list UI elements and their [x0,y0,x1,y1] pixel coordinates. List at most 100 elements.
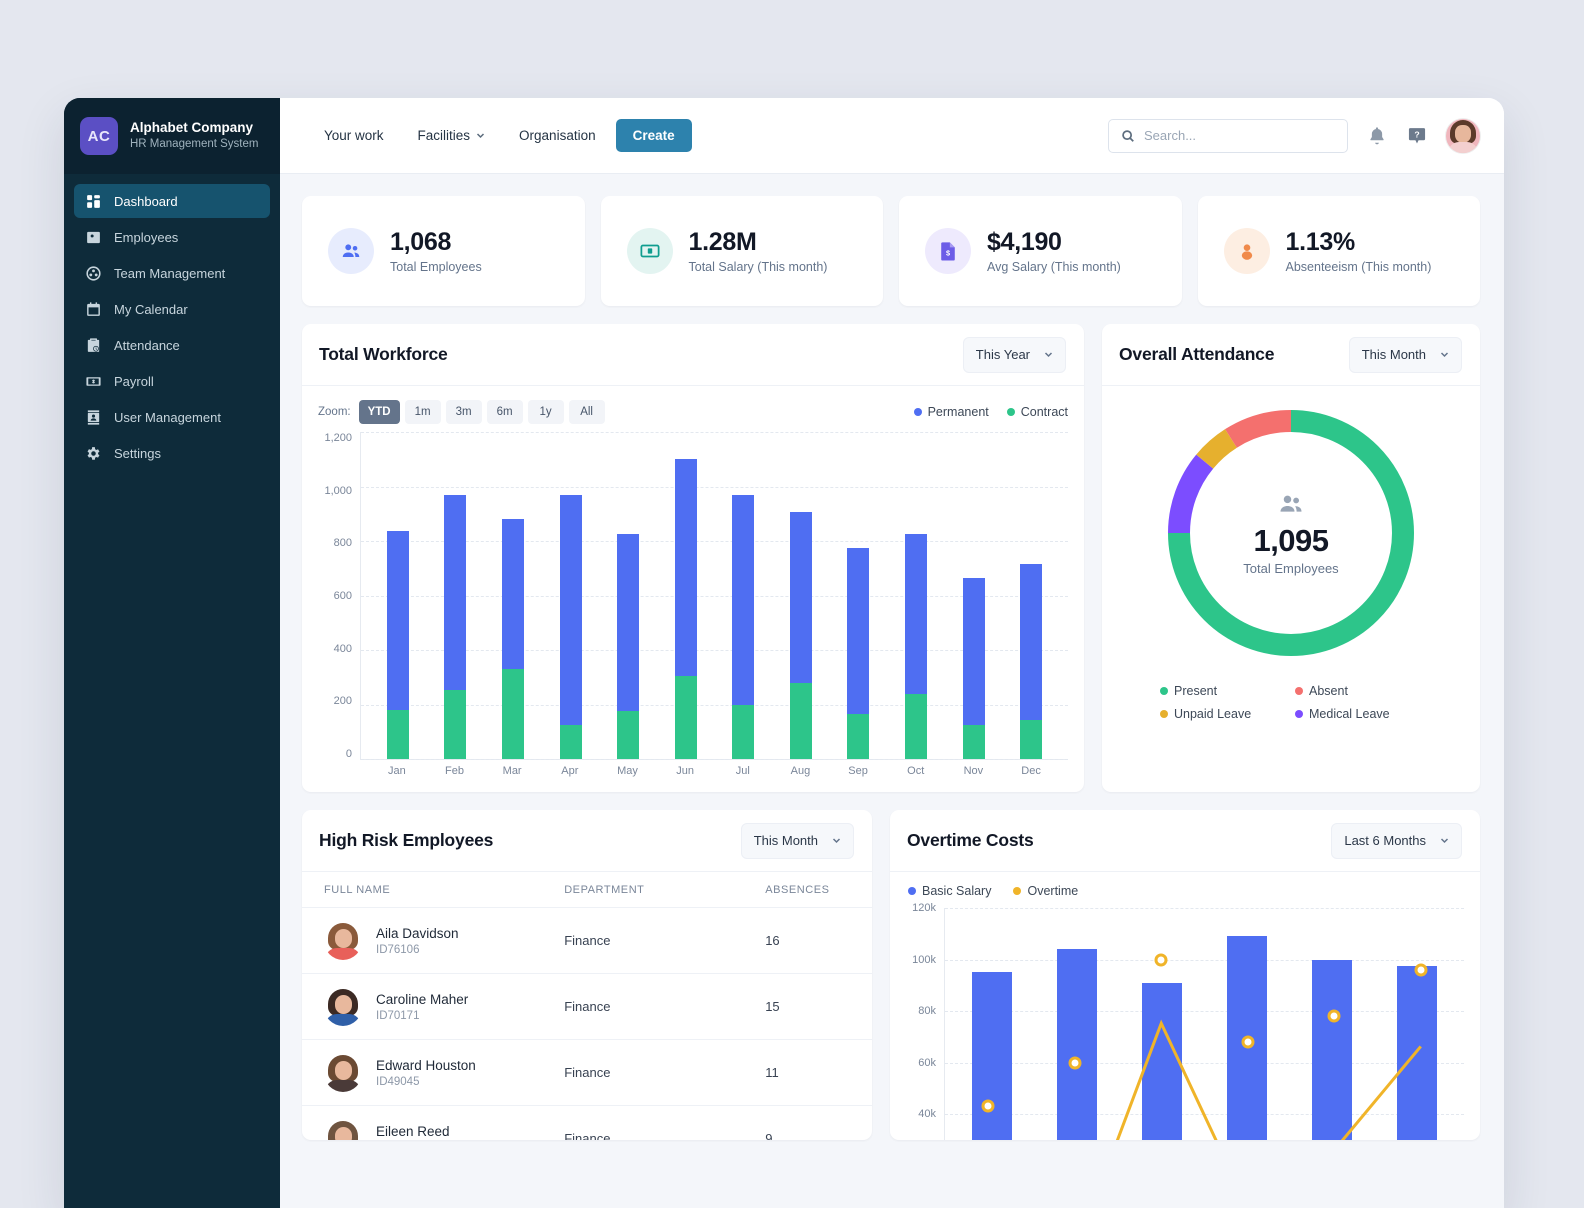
zoom-button-3m[interactable]: 3m [445,400,482,424]
bar-column[interactable] [559,432,582,759]
main-area: Your work Facilities Organisation Create… [280,98,1504,1208]
zoom-button-1m[interactable]: 1m [404,400,441,424]
brand[interactable]: AC Alphabet Company HR Management System [64,98,280,174]
x-tick: Jan [387,765,406,777]
sidebar-item-label: Payroll [114,373,154,389]
zoom-button-all[interactable]: All [568,400,605,424]
high-risk-table: FULL NAME DEPARTMENT ABSENCES Aila David… [302,872,872,1140]
help-icon[interactable]: ? [1406,125,1428,147]
create-button[interactable]: Create [615,119,692,152]
bar-column[interactable] [962,432,985,759]
avatar[interactable] [1446,118,1480,153]
high-risk-range-dropdown[interactable]: This Month [740,822,854,859]
people-icon [1277,490,1305,524]
bell-icon[interactable] [1366,125,1388,147]
total-workforce-panel: Total Workforce This Year Zoom: YTD 1m 3… [302,324,1084,792]
legend-label: Overtime [1027,884,1079,898]
top-nav-organisation[interactable]: Organisation [505,120,610,151]
legend-dot [1295,710,1303,718]
x-tick: Nov [963,765,984,777]
legend-dot [908,887,916,895]
sidebar-item-my-calendar[interactable]: My Calendar [74,292,270,326]
panel-header: High Risk Employees This Month [302,810,872,872]
overtime-body: Basic Salary Overtime 40k 60k 80k 100k 120k [890,872,1480,1140]
avatar-face [1455,124,1471,143]
bar-column[interactable] [674,432,697,759]
bar-segment-contract [962,724,985,759]
top-nav-your-work[interactable]: Your work [310,120,398,151]
bar-segment-permanent [559,494,582,725]
legend-label: Contract [1020,405,1068,419]
dropdown-value: Last 6 Months [1344,833,1426,848]
table-row[interactable]: Aila Davidson ID76106 Finance 16 [302,907,872,974]
sidebar-item-attendance[interactable]: Attendance [74,328,270,362]
bar-column[interactable] [789,432,812,759]
calendar-icon [85,301,102,318]
topbar: Your work Facilities Organisation Create… [280,98,1504,174]
top-nav-label: Facilities [417,128,471,143]
line-marker[interactable] [1154,953,1168,967]
bar-segment-contract [386,709,409,759]
bar-column[interactable] [617,432,640,759]
cell-department: Finance [564,1039,736,1106]
avatar [324,1054,362,1092]
y-tick: 800 [333,537,352,550]
top-nav-facilities[interactable]: Facilities [404,120,500,151]
zoom-button-ytd[interactable]: YTD [358,400,400,424]
workforce-chart: 1,200 1,000 800 600 400 200 0 Jan Feb Mar A… [318,432,1068,782]
bar-column[interactable] [501,432,524,759]
avatar [324,922,362,960]
table-row[interactable]: Edward Houston ID49045 Finance 11 [302,1039,872,1106]
overtime-range-dropdown[interactable]: Last 6 Months [1331,822,1462,859]
sidebar-item-employees[interactable]: Employees [74,220,270,254]
bar-column[interactable] [1020,432,1043,759]
legend-item-contract: Contract [1006,405,1068,419]
search-box[interactable] [1108,118,1348,153]
zoom-button-1y[interactable]: 1y [527,400,564,424]
sidebar-nav: Dashboard Employees Team Management My C… [64,174,280,470]
cell-full-name: Eileen ReedID01001 [302,1105,565,1140]
attendance-range-dropdown[interactable]: This Month [1348,336,1462,373]
top-nav: Your work Facilities Organisation Create [310,119,692,152]
table-row[interactable]: Eileen ReedID01001Finance9 [302,1105,872,1140]
bar-column[interactable] [732,432,755,759]
table-row[interactable]: Caroline Maher ID70171 Finance 15 [302,973,872,1040]
sidebar-item-payroll[interactable]: Payroll [74,364,270,398]
bar-column[interactable] [386,432,409,759]
bar-column[interactable] [444,432,467,759]
sidebar-item-team-management[interactable]: Team Management [74,256,270,290]
dashboard-icon [85,193,102,210]
team-icon [85,265,102,282]
line-marker[interactable] [1327,1009,1341,1023]
y-tick: 60k [918,1056,936,1069]
y-tick: 1,000 [324,484,352,497]
bar-column[interactable] [847,432,870,759]
zoom-button-group: YTD 1m 3m 6m 1y All [358,400,605,424]
y-tick: 80k [918,1005,936,1018]
cell-absences: 15 [735,973,872,1040]
search-input[interactable] [1144,128,1335,143]
line-marker[interactable] [1068,1056,1082,1070]
zoom-button-6m[interactable]: 6m [486,400,523,424]
cell-absences: 9 [735,1105,872,1140]
bar-column[interactable] [904,432,927,759]
table-body: Aila Davidson ID76106 Finance 16 Caroline Ma… [302,907,872,1140]
bar-segment-permanent [444,494,467,690]
legend-label: Absent [1309,684,1348,698]
employees-icon [85,229,102,246]
sidebar-item-dashboard[interactable]: Dashboard [74,184,270,218]
high-risk-employees-panel: High Risk Employees This Month FULL NAME… [302,810,872,1140]
x-tick: Jun [676,765,694,777]
sidebar-item-user-management[interactable]: User Management [74,400,270,434]
brand-subtitle: HR Management System [130,138,259,151]
kpi-card-absenteeism: 1.13% Absenteeism (This month) [1197,196,1480,306]
line-marker[interactable] [1241,1035,1255,1049]
table-header: FULL NAME DEPARTMENT ABSENCES [302,872,872,908]
sidebar-item-settings[interactable]: Settings [74,436,270,470]
bar-segment-permanent [1020,564,1043,720]
workforce-range-dropdown[interactable]: This Year [962,336,1066,373]
line-marker[interactable] [1414,963,1428,977]
line-marker[interactable] [981,1099,995,1113]
bar-segment-permanent [617,534,640,712]
panel-header: Overall Attendance This Month [1102,324,1480,386]
